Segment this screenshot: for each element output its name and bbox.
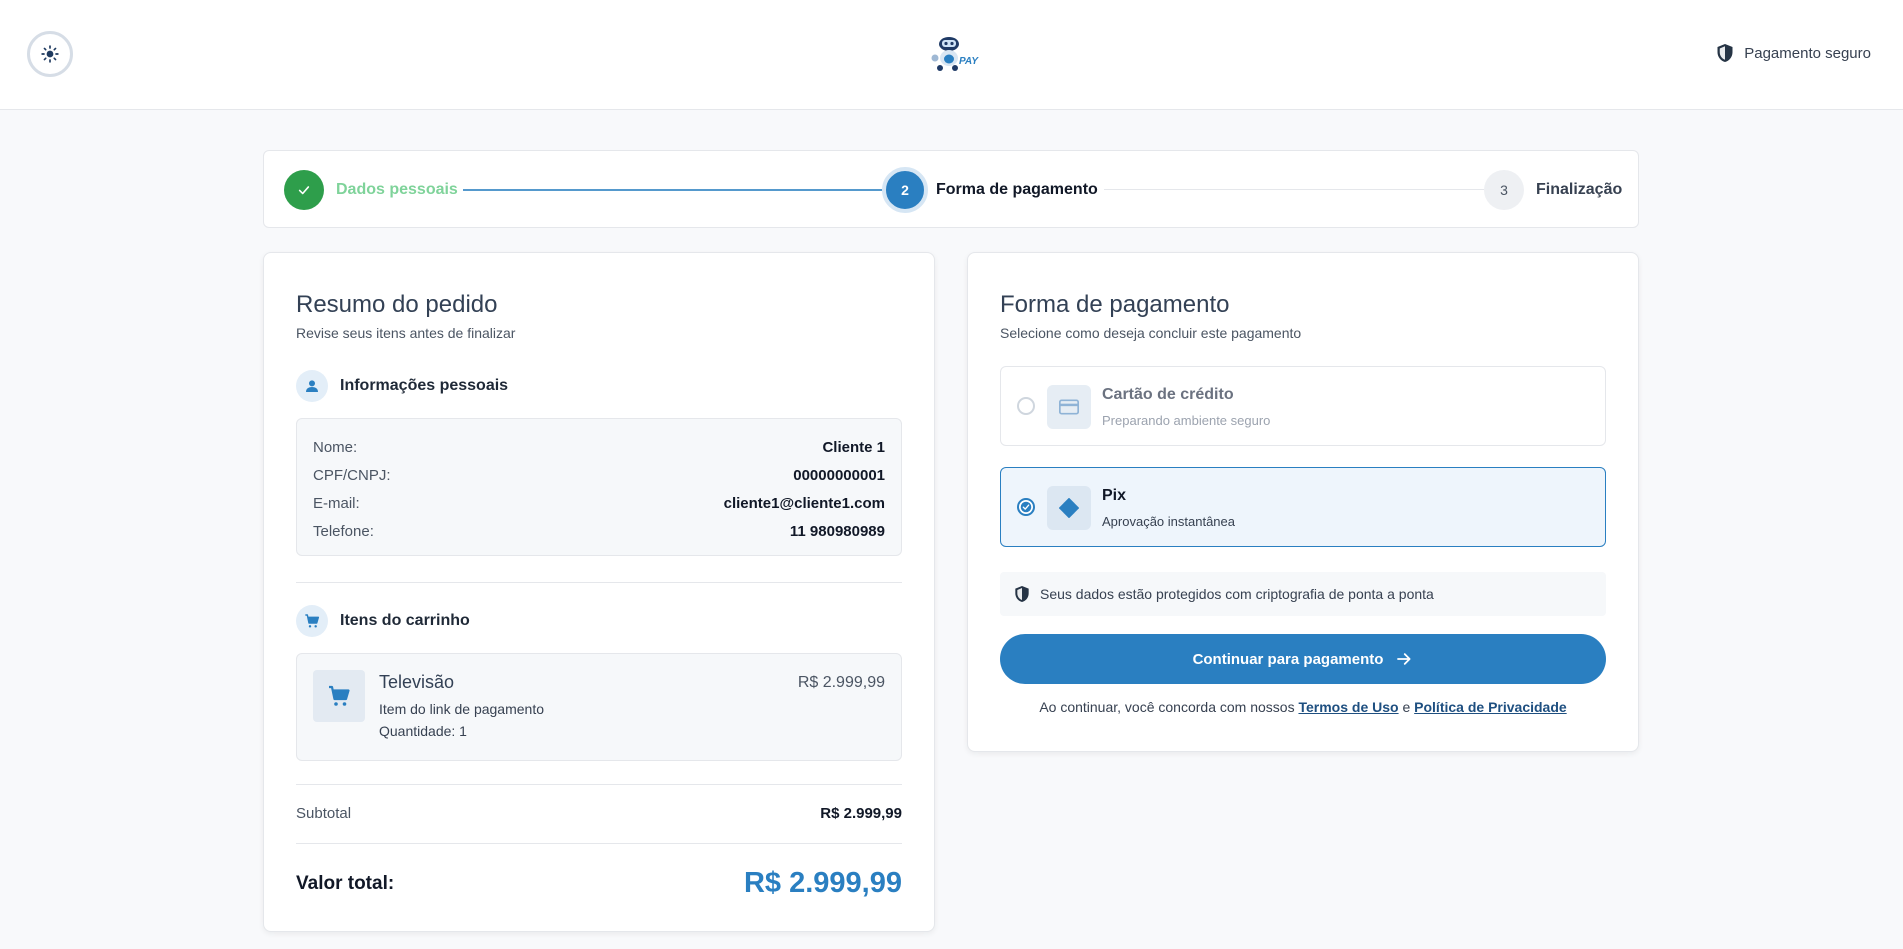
total-row: Valor total: R$ 2.999,99 bbox=[296, 867, 902, 900]
cart-items-title: Itens do carrinho bbox=[340, 612, 470, 629]
item-thumbnail bbox=[313, 670, 365, 722]
payment-method-card: Forma de pagamento Selecione como deseja… bbox=[967, 252, 1639, 752]
privacy-policy-link[interactable]: Política de Privacidade bbox=[1414, 699, 1567, 715]
info-row-document: CPF/CNPJ: 00000000001 bbox=[313, 461, 885, 489]
credit-card-radio[interactable] bbox=[1017, 397, 1035, 415]
section-divider bbox=[296, 784, 902, 785]
pix-description: Aprovação instantânea bbox=[1102, 514, 1235, 529]
section-divider bbox=[296, 582, 902, 583]
item-description: Item do link de pagamento bbox=[379, 701, 544, 717]
terms-prefix: Ao continuar, você concorda com nossos bbox=[1039, 699, 1295, 715]
order-summary-title: Resumo do pedido bbox=[296, 291, 498, 318]
terms-and: e bbox=[1402, 699, 1411, 715]
order-summary-card: Resumo do pedido Revise seus itens antes… bbox=[263, 252, 935, 932]
payment-option-pix[interactable]: Pix Aprovação instantânea bbox=[1000, 467, 1606, 547]
payment-method-title: Forma de pagamento bbox=[1000, 291, 1230, 318]
payment-method-subtitle: Selecione como deseja concluir este paga… bbox=[1000, 325, 1302, 341]
info-row-email: E-mail: cliente1@cliente1.com bbox=[313, 489, 885, 517]
credit-card-description: Preparando ambiente seguro bbox=[1102, 413, 1271, 428]
total-value: R$ 2.999,99 bbox=[743, 867, 902, 899]
continue-button-label: Continuar para pagamento bbox=[1192, 650, 1384, 668]
credit-card-icon-box bbox=[1047, 385, 1091, 429]
subtotal-label: Subtotal bbox=[296, 805, 352, 822]
shield-icon bbox=[1717, 44, 1733, 62]
step-3-label[interactable]: Finalização bbox=[1536, 181, 1622, 199]
cart-section-icon bbox=[296, 605, 328, 637]
item-name: Televisão bbox=[379, 672, 455, 692]
info-value: cliente1@cliente1.com bbox=[723, 494, 885, 512]
cart-icon bbox=[329, 685, 350, 706]
order-summary-subtitle: Revise seus itens antes de finalizar bbox=[296, 325, 516, 341]
robot-logo-icon: PAY bbox=[931, 37, 979, 71]
svg-text:PAY: PAY bbox=[959, 56, 979, 67]
check-icon bbox=[298, 186, 310, 195]
step-1-circle[interactable] bbox=[284, 170, 324, 210]
cart-icon bbox=[305, 614, 320, 628]
cart-item: Televisão Item do link de pagamento Quan… bbox=[296, 653, 902, 761]
personal-info-box: Nome: Cliente 1 CPF/CNPJ: 00000000001 E-… bbox=[296, 418, 902, 556]
terms-of-use-link[interactable]: Termos de Uso bbox=[1298, 699, 1398, 715]
user-section-icon bbox=[296, 370, 328, 402]
item-price: R$ 2.999,99 bbox=[797, 674, 885, 691]
info-value: Cliente 1 bbox=[822, 438, 885, 456]
checkout-stepper: Dados pessoais 2 Forma de pagamento 3 Fi… bbox=[263, 150, 1639, 228]
pix-icon-box bbox=[1047, 486, 1091, 530]
step-3-circle[interactable]: 3 bbox=[1484, 170, 1524, 210]
info-key: Telefone: bbox=[313, 522, 374, 540]
step-connector-1 bbox=[463, 189, 883, 191]
arrow-right-icon bbox=[1397, 653, 1411, 665]
subtotal-value: R$ 2.999,99 bbox=[820, 805, 902, 822]
step-3-number: 3 bbox=[1500, 182, 1508, 198]
step-2-number: 2 bbox=[901, 182, 909, 198]
step-2-circle[interactable]: 2 bbox=[882, 167, 928, 213]
total-label: Valor total: bbox=[296, 872, 395, 894]
info-row-phone: Telefone: 11 980980989 bbox=[313, 517, 885, 545]
user-icon bbox=[306, 380, 318, 392]
info-key: Nome: bbox=[313, 438, 358, 456]
theme-toggle-button[interactable] bbox=[27, 31, 73, 77]
encryption-notice: Seus dados estão protegidos com criptogr… bbox=[1000, 572, 1606, 616]
personal-info-header: Informações pessoais bbox=[296, 370, 508, 402]
item-quantity: Quantidade: 1 bbox=[379, 723, 467, 739]
secure-payment-label: Pagamento seguro bbox=[1744, 44, 1871, 62]
info-value: 00000000001 bbox=[793, 466, 885, 484]
info-row-name: Nome: Cliente 1 bbox=[313, 433, 885, 461]
info-key: CPF/CNPJ: bbox=[313, 466, 391, 484]
step-2-label[interactable]: Forma de pagamento bbox=[936, 181, 1098, 199]
credit-card-name: Cartão de crédito bbox=[1102, 386, 1234, 403]
info-value: 11 980980989 bbox=[789, 522, 885, 540]
sun-icon bbox=[41, 45, 59, 63]
credit-card-icon bbox=[1059, 399, 1079, 415]
continue-to-payment-button[interactable]: Continuar para pagamento bbox=[1000, 634, 1606, 684]
cart-items-header: Itens do carrinho bbox=[296, 605, 470, 637]
check-icon bbox=[1020, 501, 1032, 513]
brand-logo[interactable]: PAY bbox=[925, 34, 981, 74]
payment-option-credit-card[interactable]: Cartão de crédito Preparando ambiente se… bbox=[1000, 366, 1606, 446]
pix-radio[interactable] bbox=[1017, 498, 1035, 516]
subtotal-row: Subtotal R$ 2.999,99 bbox=[296, 805, 902, 822]
step-1-label[interactable]: Dados pessoais bbox=[336, 181, 458, 199]
secure-payment-indicator: Pagamento seguro bbox=[1716, 43, 1871, 63]
personal-info-title: Informações pessoais bbox=[340, 377, 509, 394]
shield-icon bbox=[1015, 586, 1029, 602]
step-connector-2 bbox=[1104, 189, 1484, 190]
info-key: E-mail: bbox=[313, 494, 360, 512]
header: PAY Pagamento seguro bbox=[0, 0, 1903, 110]
encryption-notice-text: Seus dados estão protegidos com criptogr… bbox=[1040, 586, 1434, 602]
pix-icon bbox=[1059, 498, 1079, 518]
section-divider bbox=[296, 843, 902, 844]
pix-name: Pix bbox=[1102, 487, 1127, 504]
terms-notice: Ao continuar, você concorda com nossos T… bbox=[1000, 699, 1606, 715]
